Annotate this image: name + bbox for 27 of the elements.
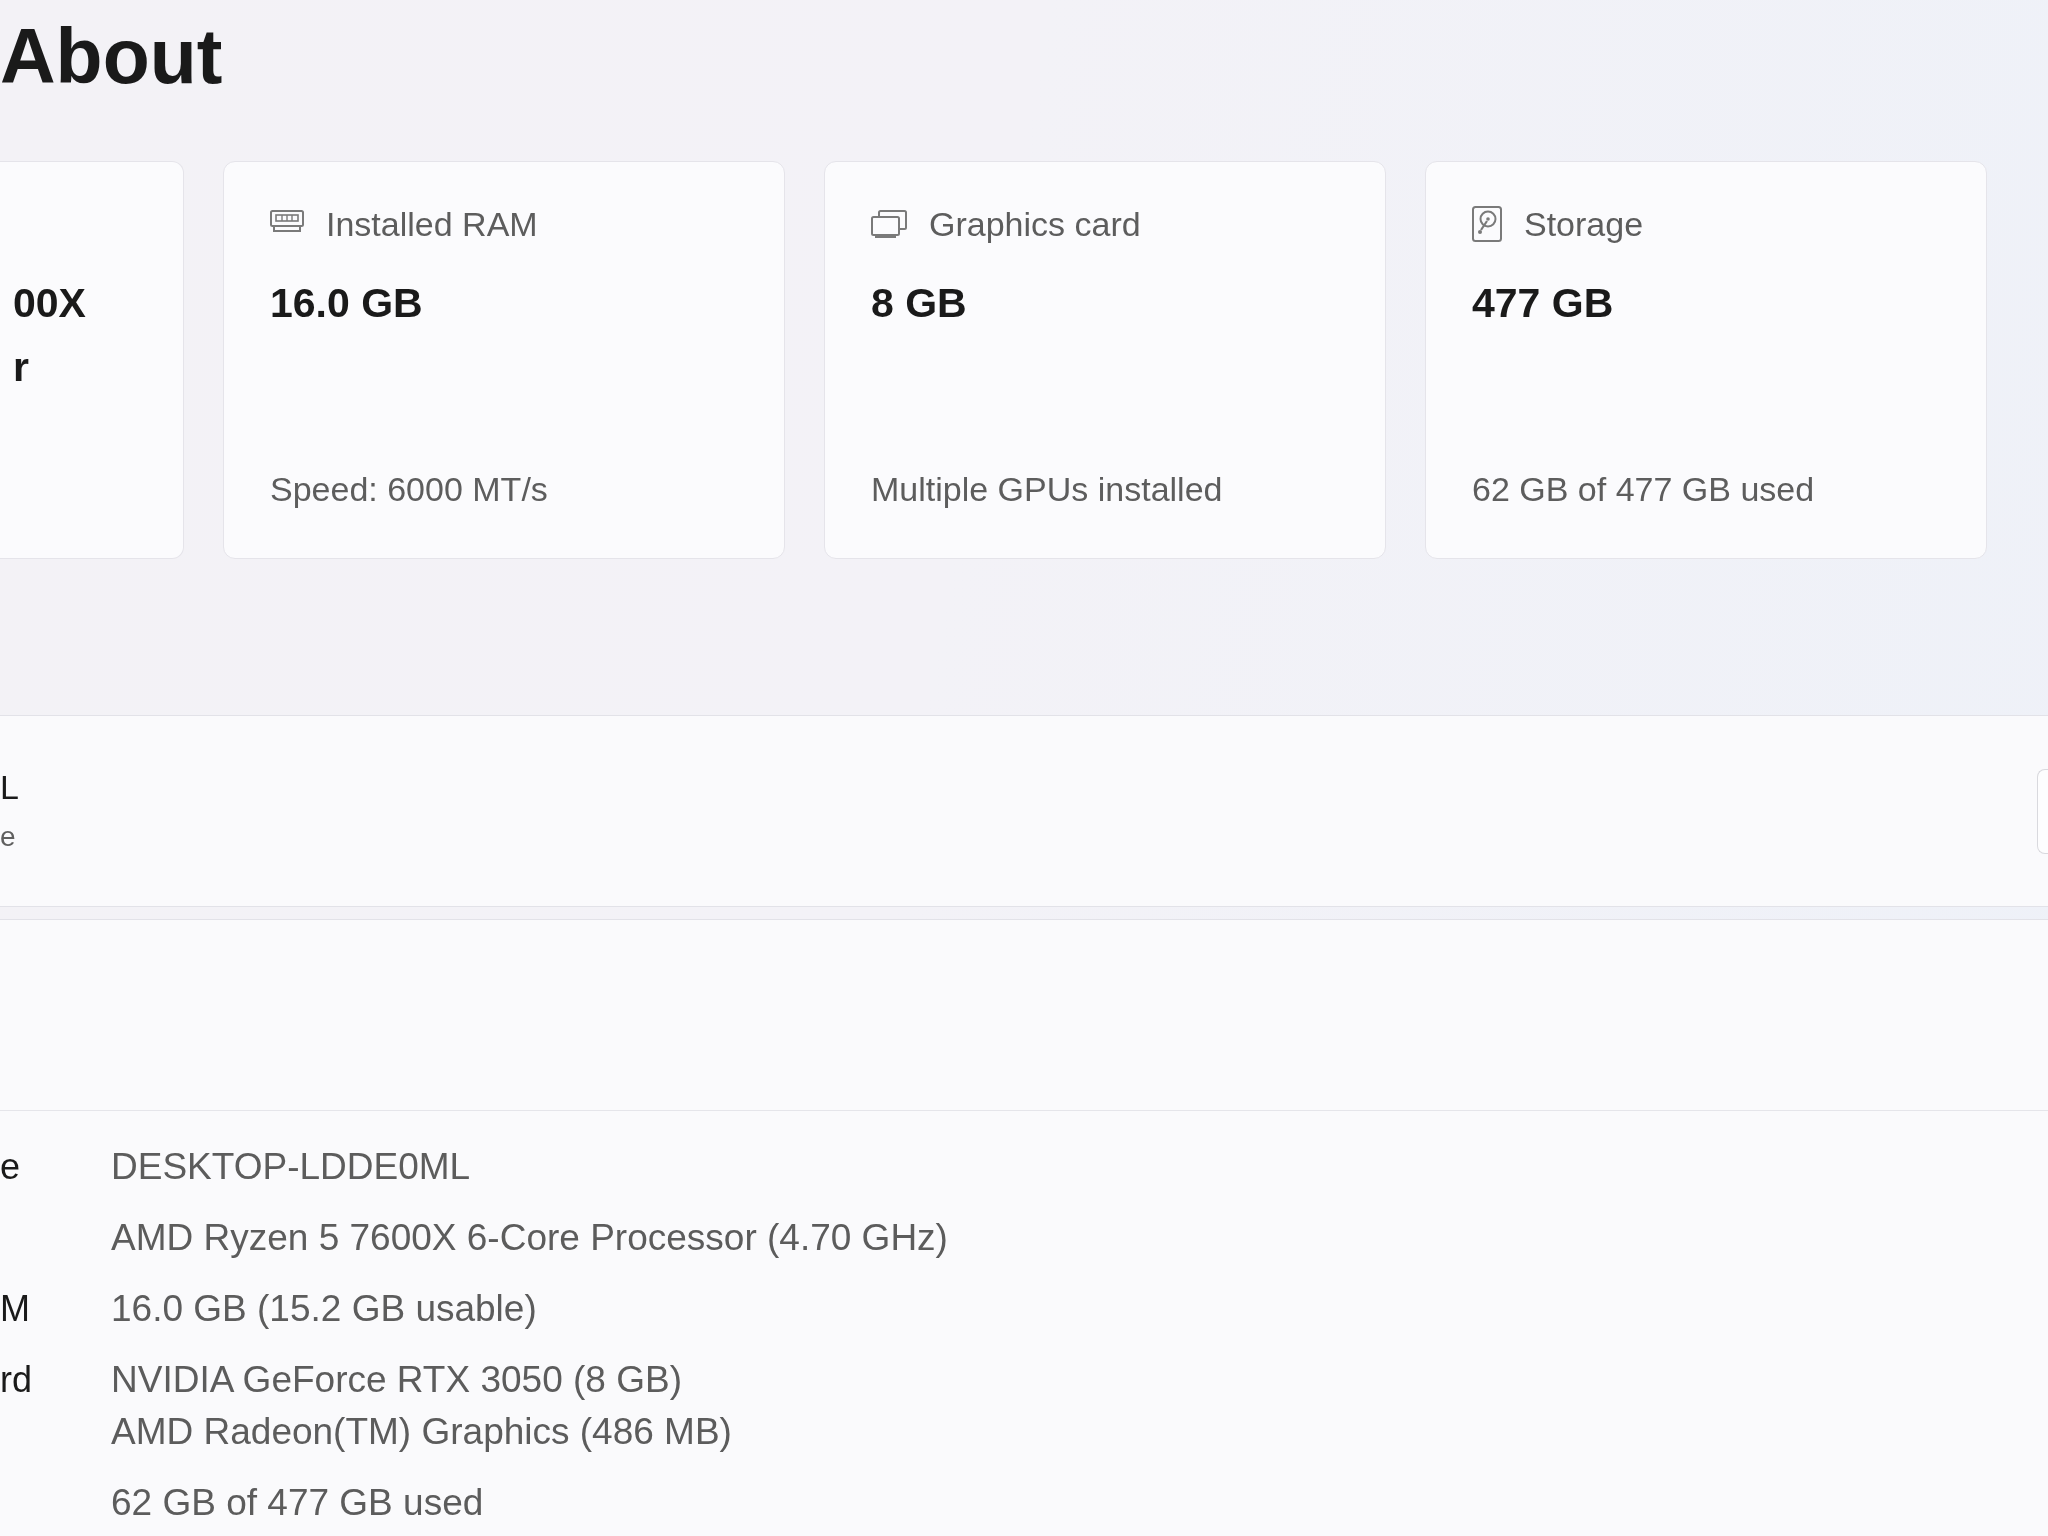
page-title: About bbox=[0, 13, 223, 99]
spec-label: M bbox=[0, 1287, 30, 1331]
device-name: L bbox=[0, 767, 19, 808]
card-value: 8 GB bbox=[871, 279, 967, 328]
card-value: 477 GB bbox=[1472, 279, 1614, 328]
device-subtitle: e bbox=[0, 820, 16, 854]
spec-value: AMD Radeon(TM) Graphics (486 MB) bbox=[111, 1410, 732, 1454]
card-value: 00X bbox=[13, 279, 86, 328]
graphics-card-icon bbox=[871, 210, 907, 238]
cut-off-button[interactable] bbox=[2037, 768, 2048, 854]
memory-module-icon bbox=[270, 210, 304, 232]
spec-value: 16.0 GB (15.2 GB usable) bbox=[111, 1287, 537, 1331]
card-label: Graphics card bbox=[929, 206, 1141, 242]
spec-value: AMD Ryzen 5 7600X 6-Core Processor (4.70 GHz) bbox=[111, 1216, 948, 1260]
spec-value: 62 GB of 477 GB used bbox=[111, 1481, 484, 1525]
card-detail: 62 GB of 477 GB used bbox=[1472, 469, 1815, 509]
card-detail: Speed: 6000 MT/s bbox=[270, 469, 548, 509]
spec-value: NVIDIA GeForce RTX 3050 (8 GB) bbox=[111, 1358, 682, 1402]
card-value: r bbox=[13, 343, 29, 392]
card-value: 16.0 GB bbox=[270, 279, 423, 328]
card-detail: Multiple GPUs installed bbox=[871, 469, 1223, 509]
spec-value: DESKTOP-LDDE0ML bbox=[111, 1145, 471, 1189]
card-label: Installed RAM bbox=[326, 206, 538, 242]
hard-drive-icon bbox=[1472, 206, 1502, 242]
spec-label: e bbox=[0, 1145, 21, 1189]
spec-label: rd bbox=[0, 1358, 32, 1402]
card-label: Storage bbox=[1524, 206, 1644, 242]
